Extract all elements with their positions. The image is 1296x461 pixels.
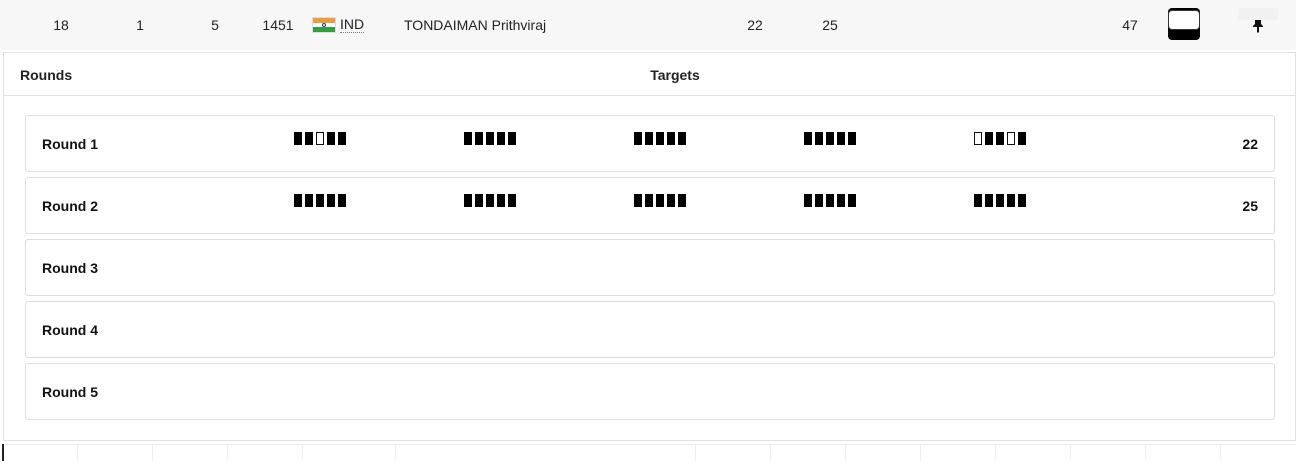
rank-cell: 18 — [53, 17, 69, 33]
round-score: 22 — [1242, 136, 1258, 152]
round-label: Round 2 — [42, 198, 98, 214]
target-hit-mark — [826, 194, 834, 207]
target-series — [974, 132, 1026, 146]
target-hit-mark — [316, 194, 324, 207]
round-card[interactable]: Round 2 25 — [25, 177, 1275, 234]
panel-header: Rounds Targets — [4, 53, 1295, 96]
target-hit-mark — [848, 194, 856, 207]
target-hit-mark — [996, 194, 1004, 207]
target-hit-mark — [338, 194, 346, 207]
target-hit-mark — [1007, 194, 1015, 207]
round-card[interactable]: Round 3 — [25, 239, 1275, 296]
target-hit-mark — [678, 132, 686, 145]
target-miss-mark — [974, 132, 982, 145]
target-hit-mark — [475, 132, 483, 145]
target-hit-mark — [508, 132, 516, 145]
target-hit-mark — [985, 194, 993, 207]
target-hit-mark — [996, 132, 1004, 145]
target-hit-mark — [634, 194, 642, 207]
target-hit-mark — [486, 132, 494, 145]
india-flag-icon — [312, 17, 336, 33]
target-series — [804, 194, 856, 208]
targets-header: Targets — [650, 67, 700, 83]
row-edge — [2, 444, 4, 461]
athlete-name: TONDAIMAN Prithviraj — [404, 17, 547, 33]
target-hit-mark — [327, 132, 335, 145]
position-cell: 5 — [211, 17, 219, 33]
round-score: 25 — [1242, 198, 1258, 214]
target-hit-mark — [305, 194, 313, 207]
round-1-total: 22 — [747, 17, 763, 33]
target-series — [464, 132, 516, 146]
target-hit-mark — [815, 132, 823, 145]
target-hit-mark — [294, 194, 302, 207]
target-hit-mark — [464, 194, 472, 207]
target-hit-mark — [667, 194, 675, 207]
target-hit-mark — [497, 132, 505, 145]
target-hit-mark — [338, 132, 346, 145]
target-series — [974, 194, 1026, 208]
target-hit-mark — [656, 132, 664, 145]
target-hit-mark — [645, 194, 653, 207]
target-miss-mark — [316, 132, 324, 145]
round-card[interactable]: Round 5 — [25, 363, 1275, 420]
round-detail-panel: Rounds Targets Round 1 22 Round 2 25 Round 3… — [3, 52, 1296, 441]
country-code[interactable]: IND — [340, 17, 365, 33]
target-hit-mark — [634, 132, 642, 145]
target-series — [634, 132, 686, 146]
target-hit-mark — [837, 194, 845, 207]
target-hit-mark — [985, 132, 993, 145]
target-series — [464, 194, 516, 208]
target-hit-mark — [508, 194, 516, 207]
target-hit-mark — [804, 194, 812, 207]
target-series — [634, 194, 686, 208]
target-hit-mark — [1018, 194, 1026, 207]
target-hit-mark — [678, 194, 686, 207]
target-hit-mark — [305, 132, 313, 145]
target-series — [804, 132, 856, 146]
expand-button[interactable] — [1168, 10, 1200, 30]
target-hit-mark — [848, 132, 856, 145]
round-card[interactable]: Round 4 — [25, 301, 1275, 358]
target-hit-mark — [815, 194, 823, 207]
target-hit-mark — [327, 194, 335, 207]
target-hit-mark — [837, 132, 845, 145]
pin-cell[interactable] — [1238, 8, 1278, 20]
target-hit-mark — [645, 132, 653, 145]
bib-cell: 1451 — [262, 17, 294, 33]
rounds-header: Rounds — [20, 67, 73, 83]
round-card[interactable]: Round 1 22 — [25, 115, 1275, 172]
total-score: 47 — [1122, 17, 1138, 33]
round-2-total: 25 — [822, 17, 838, 33]
round-label: Round 4 — [42, 322, 98, 338]
target-miss-mark — [1007, 132, 1015, 145]
target-hit-mark — [294, 132, 302, 145]
round-label: Round 3 — [42, 260, 98, 276]
target-hit-mark — [486, 194, 494, 207]
target-hit-mark — [826, 132, 834, 145]
target-series — [294, 132, 346, 146]
target-hit-mark — [804, 132, 812, 145]
target-hit-mark — [656, 194, 664, 207]
target-hit-mark — [1018, 132, 1026, 145]
target-hit-mark — [974, 194, 982, 207]
round-label: Round 1 — [42, 136, 98, 152]
target-hit-mark — [497, 194, 505, 207]
target-hit-mark — [667, 132, 675, 145]
target-hit-mark — [464, 132, 472, 145]
squad-cell: 1 — [136, 17, 144, 33]
round-label: Round 5 — [42, 384, 98, 400]
next-result-row[interactable] — [0, 444, 1296, 461]
result-row[interactable]: 18 1 5 1451 IND TONDAIMAN Prithviraj 22 … — [0, 0, 1296, 50]
target-hit-mark — [475, 194, 483, 207]
target-series — [294, 194, 346, 208]
